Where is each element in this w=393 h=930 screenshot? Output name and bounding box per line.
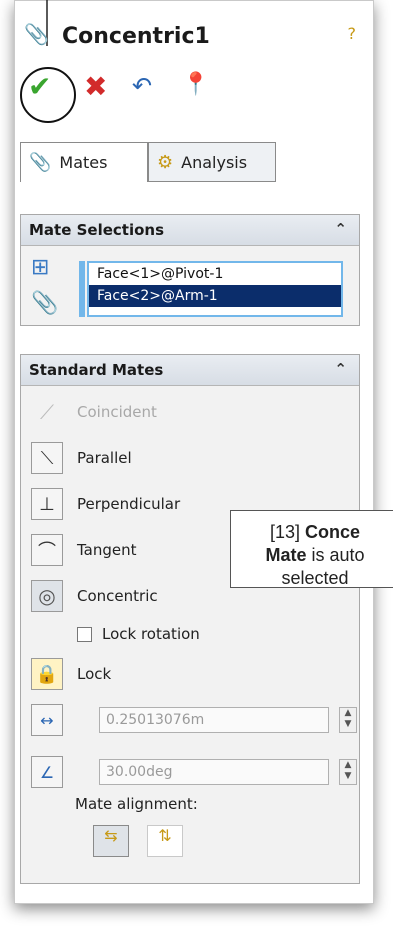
mate-tangent[interactable]: ⌒ Tangent — [31, 531, 137, 569]
callout-rest-1: is auto — [306, 545, 365, 565]
selection-list[interactable]: Face<1>@Pivot-1 Face<2>@Arm-1 — [87, 261, 343, 317]
selection-icon: ⊞ — [31, 255, 50, 280]
lock-icon: 🔒 — [31, 658, 63, 690]
distance-icon[interactable]: ↔ — [31, 704, 63, 736]
ok-checkmark-icon[interactable]: ✔ — [28, 70, 51, 103]
tangent-icon: ⌒ — [31, 534, 63, 566]
mate-coincident[interactable]: ⟋ Coincident — [31, 393, 157, 431]
callout-bold-2: Mate — [265, 545, 307, 565]
mate-concentric[interactable]: ◎ Concentric — [31, 577, 158, 615]
angle-field[interactable]: 30.00deg — [99, 759, 329, 785]
tab-bar: 📎 Mates ⚙ Analysis — [20, 142, 360, 182]
cancel-x-icon[interactable]: ✖ — [84, 70, 107, 103]
callout-line-1: [13] Conce — [231, 511, 393, 544]
paperclip-icon: 📎 — [29, 152, 52, 173]
mate-parallel-label: Parallel — [77, 449, 132, 467]
angle-icon[interactable]: ∠ — [31, 756, 63, 788]
anti-aligned-button[interactable]: ⇅ — [147, 825, 183, 857]
tab-analysis[interactable]: ⚙ Analysis — [148, 142, 276, 182]
analysis-icon: ⚙ — [157, 151, 174, 173]
standard-mates-title: Standard Mates — [29, 361, 164, 379]
list-item[interactable]: Face<1>@Pivot-1 — [89, 263, 341, 285]
mate-perpendicular[interactable]: ⊥ Perpendicular — [31, 485, 180, 523]
tab-mates[interactable]: 📎 Mates — [20, 142, 148, 182]
mate-perpendicular-label: Perpendicular — [77, 495, 181, 513]
mate-lock-label: Lock — [77, 665, 112, 683]
pushpin-icon[interactable]: 📍 — [182, 72, 209, 97]
distance-row: ↔ — [31, 701, 63, 739]
mate-concentric-label: Concentric — [77, 587, 158, 605]
page-title: Concentric1 — [62, 24, 210, 49]
angle-spinner[interactable]: ▲ ▼ — [339, 759, 357, 785]
mate-selections-section: Mate Selections ⌃ ⊞ 📎 Face<1>@Pivot-1 Fa… — [20, 214, 360, 326]
mate-coincident-label: Coincident — [77, 403, 157, 421]
distance-field[interactable]: 0.25013076m — [99, 707, 329, 733]
callout-line-2: Mate is auto — [231, 544, 393, 567]
mate-parallel[interactable]: ⟍ Parallel — [31, 439, 132, 477]
tab-analysis-label: Analysis — [181, 152, 248, 172]
lock-rotation-checkbox[interactable] — [77, 626, 92, 642]
action-buttons: ✔ ✖ ↶ 📍 — [22, 66, 322, 116]
callout-bold-1: Conce — [305, 522, 361, 542]
angle-row: ∠ — [31, 753, 63, 791]
standard-mates-section: Standard Mates ⌃ ⟋ Coincident ⟍ Parallel… — [20, 354, 360, 884]
selection-color-bar — [79, 261, 85, 317]
undo-icon[interactable]: ↶ — [132, 72, 152, 100]
title-bar: 📎 Concentric1 ? — [18, 16, 364, 56]
tab-mates-label: Mates — [59, 153, 108, 172]
distance-spinner[interactable]: ▲ ▼ — [339, 707, 357, 733]
parallel-icon: ⟍ — [31, 442, 63, 474]
list-item[interactable]: Face<2>@Arm-1 — [89, 285, 341, 307]
collapse-icon[interactable]: ⌃ — [334, 360, 347, 378]
standard-mates-header[interactable]: Standard Mates ⌃ — [21, 355, 359, 386]
collapse-icon[interactable]: ⌃ — [334, 220, 347, 238]
perpendicular-icon: ⊥ — [31, 488, 63, 520]
mate-selections-title: Mate Selections — [29, 221, 165, 239]
aligned-button[interactable]: ⇆ — [93, 825, 129, 857]
mate-parts-icon: 📎 — [31, 291, 59, 316]
mate-tangent-label: Tangent — [77, 541, 137, 559]
callout-prefix: [13] — [269, 522, 305, 542]
lock-rotation-row: Lock rotation — [77, 625, 200, 643]
mate-lock[interactable]: 🔒 Lock — [31, 655, 111, 693]
mate-selections-header[interactable]: Mate Selections ⌃ — [21, 215, 359, 246]
concentric-icon: ◎ — [31, 580, 63, 612]
coincident-icon: ⟋ — [40, 400, 54, 424]
mate-alignment-label: Mate alignment: — [75, 795, 198, 813]
callout-line-3: selected — [281, 568, 349, 588]
annotation-callout: [13] Conce Mate is auto selected — [230, 510, 393, 588]
lock-rotation-label: Lock rotation — [102, 625, 200, 643]
mate-icon: 📎 — [24, 22, 49, 46]
help-icon[interactable]: ? — [348, 24, 357, 43]
